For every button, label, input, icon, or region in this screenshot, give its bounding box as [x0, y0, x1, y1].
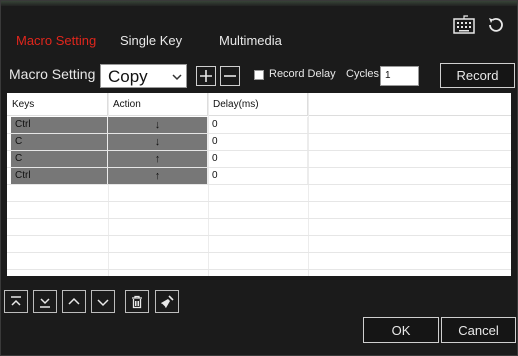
empty-row — [7, 219, 511, 236]
cell-delay: 0 — [208, 151, 308, 167]
chevron-down-icon — [172, 74, 182, 81]
move-up-icon — [68, 297, 80, 305]
table-header: Keys Action Delay(ms) — [7, 93, 511, 116]
macro-setting-label: Macro Setting — [9, 66, 96, 82]
reset-icon — [489, 17, 503, 32]
plus-icon — [200, 70, 212, 82]
cell-delay: 0 — [208, 134, 308, 150]
tab-macro-setting[interactable]: Macro Setting — [16, 33, 96, 48]
cell-key: C — [11, 151, 108, 167]
empty-row — [7, 253, 511, 270]
cycles-input[interactable]: 1 — [380, 66, 419, 86]
tab-single-key[interactable]: Single Key — [120, 33, 182, 48]
cycles-label: Cycles — [346, 68, 380, 80]
macro-select-value: Copy — [108, 67, 148, 86]
trash-icon — [132, 295, 142, 308]
cell-delay: 0 — [208, 117, 308, 133]
cell-action: ↓ — [108, 134, 208, 150]
header-keys: Keys — [7, 93, 108, 116]
table-row[interactable]: C ↑ 0 — [7, 151, 511, 168]
move-to-bottom-icon — [40, 297, 50, 308]
minus-icon — [224, 75, 236, 77]
cancel-button[interactable]: Cancel — [441, 317, 516, 343]
tab-multimedia[interactable]: Multimedia — [219, 33, 282, 48]
broom-icon — [161, 294, 174, 308]
move-up-button[interactable] — [62, 290, 86, 313]
empty-row — [7, 236, 511, 253]
move-to-top-button[interactable] — [4, 290, 28, 313]
move-down-icon — [97, 298, 109, 306]
macro-select[interactable]: Copy — [100, 64, 187, 88]
cell-action: ↑ — [108, 151, 208, 167]
move-to-top-icon — [11, 295, 21, 306]
ok-button[interactable]: OK — [363, 317, 439, 343]
delete-button[interactable] — [125, 290, 149, 313]
empty-row — [7, 185, 511, 202]
table-row[interactable]: Ctrl ↑ 0 — [7, 168, 511, 185]
record-delay-label: Record Delay — [269, 68, 336, 80]
empty-row — [7, 202, 511, 219]
cell-action: ↑ — [108, 168, 208, 184]
reset-button[interactable] — [484, 14, 508, 36]
record-delay-checkbox[interactable] — [254, 70, 264, 80]
table-row[interactable]: C ↓ 0 — [7, 134, 511, 151]
add-macro-button[interactable] — [196, 66, 216, 86]
cell-key: Ctrl — [11, 117, 108, 133]
cell-key: Ctrl — [11, 168, 108, 184]
keyboard-button[interactable] — [452, 14, 476, 36]
cell-key: C — [11, 134, 108, 150]
move-down-button[interactable] — [91, 290, 115, 313]
header-delay: Delay(ms) — [208, 93, 308, 116]
macro-table: Keys Action Delay(ms) Ctrl ↓ 0 C ↓ 0 C ↑… — [7, 93, 511, 276]
table-row[interactable]: Ctrl ↓ 0 — [7, 117, 511, 134]
header-action: Action — [108, 93, 208, 116]
keyboard-icon — [453, 15, 475, 34]
remove-macro-button[interactable] — [220, 66, 240, 86]
cell-delay: 0 — [208, 168, 308, 184]
cell-action: ↓ — [108, 117, 208, 133]
move-to-bottom-button[interactable] — [33, 290, 57, 313]
record-button[interactable]: Record — [440, 63, 515, 88]
clear-button[interactable] — [155, 290, 179, 313]
